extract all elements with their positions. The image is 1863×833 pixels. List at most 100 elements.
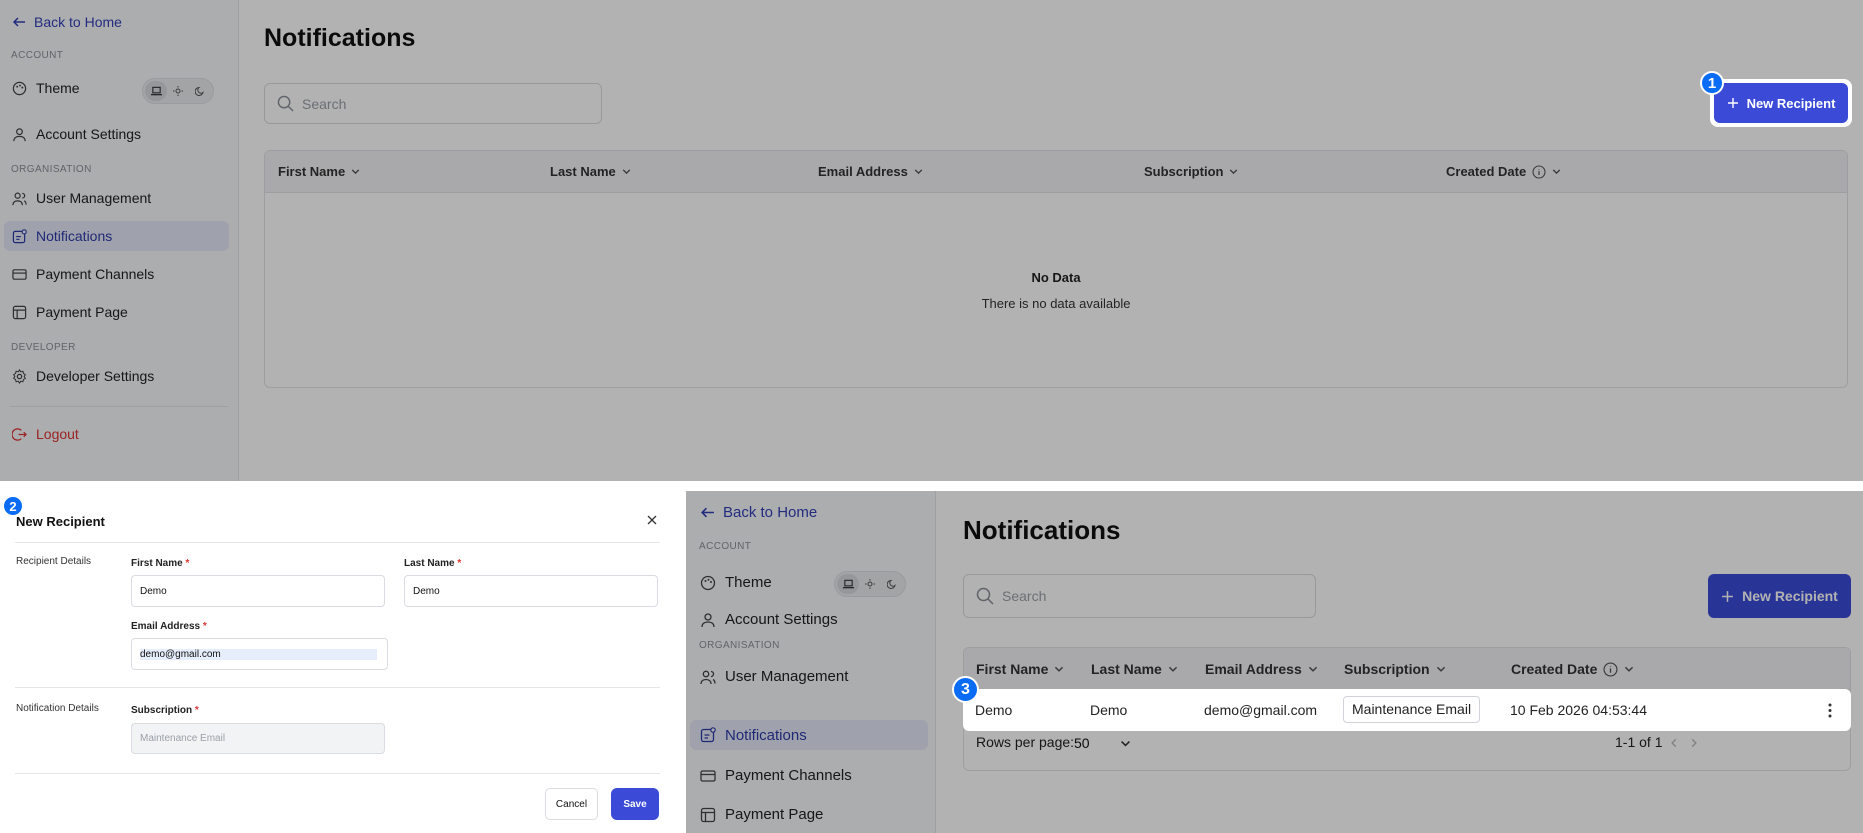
new-recipient-label: New Recipient	[1742, 588, 1838, 604]
sidebar-item-payment-channels[interactable]: Payment Channels	[12, 266, 154, 282]
new-recipient-dialog: 2 New Recipient Recipient Details First …	[0, 481, 686, 833]
step-badge-1: 1	[1700, 71, 1724, 95]
column-label: Email Address	[1205, 661, 1302, 677]
palette-icon	[12, 81, 27, 95]
table-row[interactable]: Demo Demo demo@gmail.com Maintenance Ema…	[963, 689, 1851, 731]
sidebar-item-label: Payment Channels	[36, 266, 155, 282]
laptop-icon[interactable]	[837, 574, 859, 594]
close-icon[interactable]	[646, 514, 658, 526]
users-icon	[700, 670, 716, 684]
table-header: First Name Last Name Email Address Subsc…	[964, 648, 1850, 690]
sidebar-item-label: Account Settings	[725, 611, 838, 628]
first-name-label-text: First Name	[131, 558, 183, 569]
sidebar: Back to Home ACCOUNT Theme Account Setti…	[686, 491, 936, 833]
column-first-name[interactable]: First Name	[278, 164, 361, 179]
save-label: Save	[623, 798, 647, 810]
column-last-name[interactable]: Last Name	[550, 164, 632, 179]
email-field[interactable]: demo@gmail.com	[131, 638, 388, 670]
user-icon	[13, 127, 26, 141]
column-label: Created Date	[1446, 164, 1527, 179]
save-button[interactable]: Save	[611, 788, 659, 820]
section-developer: DEVELOPER	[11, 342, 76, 353]
column-label: Email Address	[818, 164, 908, 179]
rows-per-page-value: 50	[1074, 735, 1090, 751]
column-label: First Name	[278, 164, 346, 179]
subscription-select[interactable]: Maintenance Email	[131, 723, 385, 754]
required-mark: *	[185, 558, 190, 569]
sidebar-item-payment-channels[interactable]: Payment Channels	[700, 767, 852, 784]
column-created-date[interactable]: Created Date	[1446, 164, 1562, 179]
section-organisation: ORGANISATION	[699, 640, 780, 651]
cancel-button[interactable]: Cancel	[545, 788, 598, 820]
sidebar-item-logout[interactable]: Logout	[12, 426, 79, 442]
sidebar-item-user-management[interactable]: User Management	[12, 190, 151, 206]
sidebar-item-label: Notifications	[725, 726, 807, 744]
sidebar-item-payment-page[interactable]: Payment Page	[12, 304, 128, 320]
chevron-down-icon	[1625, 666, 1634, 672]
column-email-address[interactable]: Email Address	[818, 164, 924, 179]
chevron-down-icon	[1308, 666, 1317, 672]
column-created-date[interactable]: Created Date	[1511, 661, 1635, 677]
sun-icon[interactable]	[167, 81, 189, 101]
chevron-down-icon	[1230, 169, 1238, 175]
moon-icon[interactable]	[189, 81, 211, 101]
sidebar-item-account-settings[interactable]: Account Settings	[700, 611, 838, 628]
sidebar-item-user-management[interactable]: User Management	[700, 668, 848, 685]
theme-toggle[interactable]	[834, 571, 906, 597]
subscription-label-text: Subscription	[131, 705, 193, 716]
rows-per-page-select[interactable]: 50	[1074, 732, 1132, 754]
email-label-text: Email Address	[131, 621, 201, 632]
chevron-left-icon[interactable]	[1668, 737, 1680, 749]
sidebar-item-payment-page[interactable]: Payment Page	[700, 806, 823, 823]
plus-icon	[1722, 590, 1734, 602]
section-organisation: ORGANISATION	[11, 164, 92, 175]
column-label: First Name	[976, 661, 1049, 677]
section-notification-details: Notification Details	[16, 703, 99, 714]
cell-last-name: Demo	[1090, 702, 1128, 718]
column-email-address[interactable]: Email Address	[1205, 661, 1319, 677]
column-label: Subscription	[1344, 661, 1430, 677]
column-first-name[interactable]: First Name	[976, 661, 1065, 677]
sidebar-item-developer-settings[interactable]: Developer Settings	[12, 368, 154, 384]
sun-icon[interactable]	[859, 574, 881, 594]
new-recipient-button[interactable]: New Recipient	[1714, 83, 1848, 123]
column-subscription[interactable]: Subscription	[1344, 661, 1447, 677]
first-name-value: Demo	[140, 585, 167, 597]
laptop-icon[interactable]	[145, 81, 167, 101]
cell-first-name: Demo	[975, 702, 1013, 718]
notification-icon	[700, 727, 716, 743]
column-subscription[interactable]: Subscription	[1144, 164, 1239, 179]
moon-icon[interactable]	[881, 574, 903, 594]
sidebar-item-label: Payment Page	[36, 304, 128, 320]
first-name-field[interactable]: Demo	[131, 575, 385, 607]
page-title: Notifications	[963, 515, 1121, 545]
new-recipient-button[interactable]: New Recipient	[1708, 574, 1851, 618]
theme-toggle[interactable]	[142, 78, 214, 104]
required-mark: *	[194, 705, 199, 716]
empty-state-title: No Data	[1031, 270, 1081, 285]
section-account: ACCOUNT	[699, 541, 752, 552]
gear-icon	[12, 368, 27, 384]
search-input[interactable]: Search	[963, 574, 1316, 618]
back-to-home-link[interactable]: Back to Home	[12, 14, 122, 30]
back-to-home-link[interactable]: Back to Home	[700, 504, 817, 521]
column-label: Last Name	[550, 164, 616, 179]
dialog-divider	[15, 687, 660, 688]
dialog-divider	[15, 542, 660, 543]
search-input[interactable]: Search	[264, 83, 602, 124]
sidebar-item-theme: Theme	[12, 80, 80, 96]
last-name-field[interactable]: Demo	[404, 575, 658, 607]
sidebar-item-notifications[interactable]: Notifications	[4, 221, 229, 251]
sidebar-item-label: Theme	[725, 574, 772, 591]
sidebar-item-theme: Theme	[700, 574, 772, 591]
sidebar-item-notifications[interactable]: Notifications	[690, 720, 928, 750]
table-header: First Name Last Name Email Address Subsc…	[265, 151, 1847, 193]
cell-created-date: 10 Feb 2026 04:53:44	[1510, 702, 1648, 718]
step-badge-3: 3	[952, 676, 979, 703]
back-to-home-label: Back to Home	[34, 14, 122, 30]
logout-icon	[12, 427, 27, 441]
more-vertical-icon[interactable]	[1828, 703, 1832, 718]
column-last-name[interactable]: Last Name	[1091, 661, 1179, 677]
chevron-right-icon[interactable]	[1688, 737, 1700, 749]
sidebar-item-account-settings[interactable]: Account Settings	[12, 126, 141, 142]
